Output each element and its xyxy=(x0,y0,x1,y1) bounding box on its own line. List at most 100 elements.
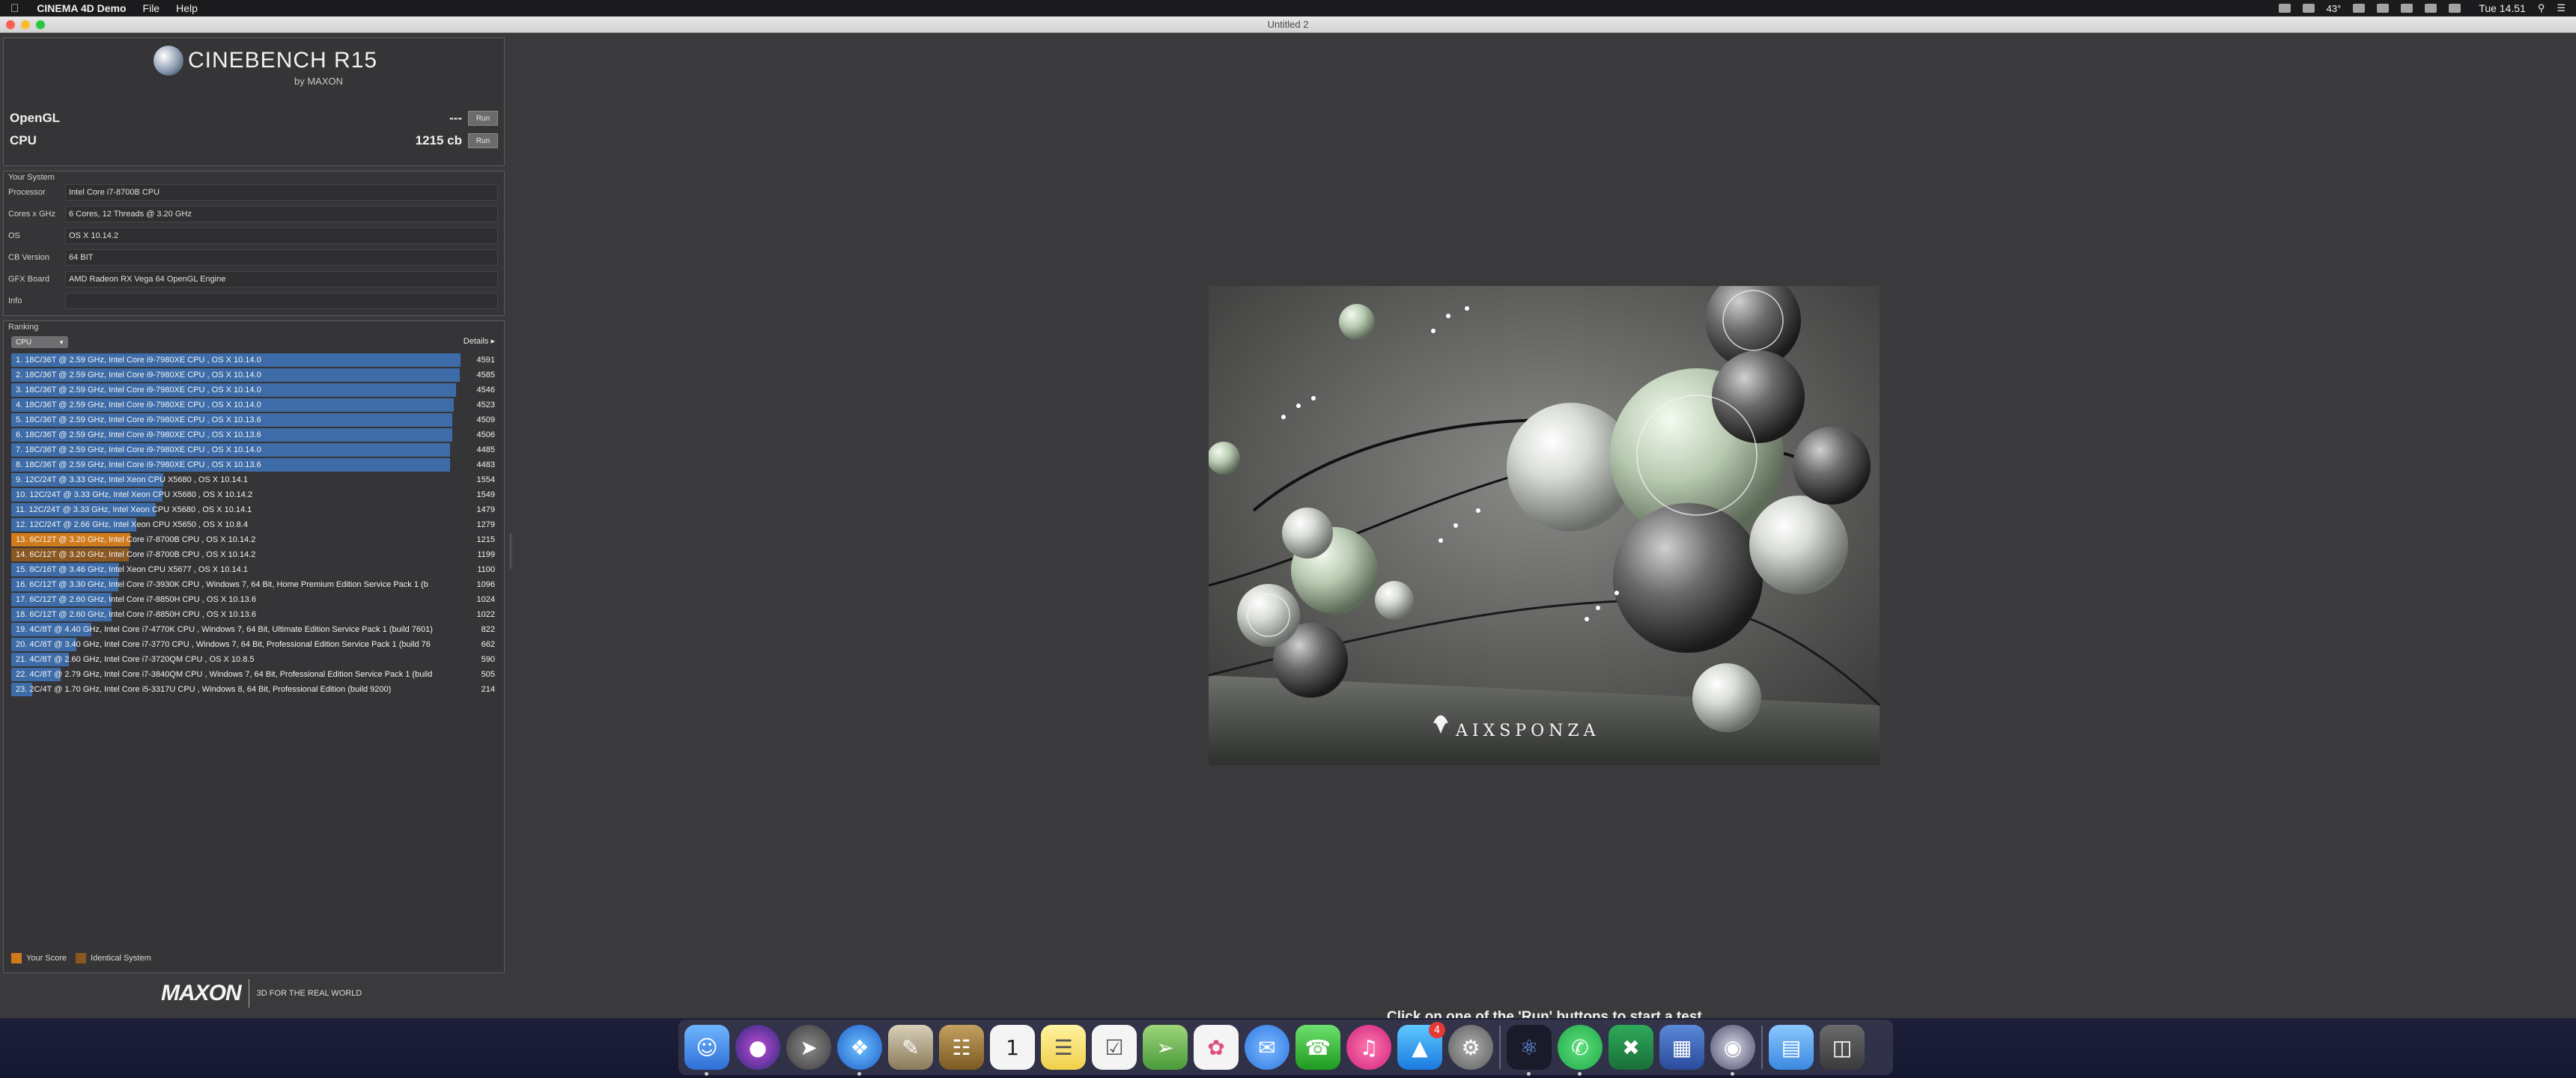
excel-icon[interactable]: ✖ xyxy=(1609,1025,1653,1070)
ranking-row[interactable]: 13. 6C/12T @ 3.20 GHz, Intel Core i7-870… xyxy=(11,532,499,547)
ranking-row-score: 1199 xyxy=(477,550,495,559)
chevron-right-icon: ▸ xyxy=(490,337,495,346)
system-value[interactable]: 6 Cores, 12 Threads @ 3.20 GHz xyxy=(65,206,498,222)
notification-center-icon[interactable]: ☰ xyxy=(2557,2,2566,14)
your-score-label: Your Score xyxy=(26,954,67,963)
battery-icon[interactable] xyxy=(2449,4,2461,13)
opengl-run-button[interactable]: Run xyxy=(468,111,498,126)
ranking-row[interactable]: 14. 6C/12T @ 3.20 GHz, Intel Core i7-870… xyxy=(11,547,499,562)
ranking-row[interactable]: 4. 18C/36T @ 2.59 GHz, Intel Core i9-798… xyxy=(11,398,499,412)
messages-icon[interactable]: ✉ xyxy=(1245,1025,1289,1070)
downloads-folder-icon[interactable]: ▤ xyxy=(1769,1025,1814,1070)
ranking-row[interactable]: 18. 6C/12T @ 2.60 GHz, Intel Core i7-885… xyxy=(11,607,499,622)
facetime-icon[interactable]: ☎ xyxy=(1295,1025,1340,1070)
title-bar[interactable]: Untitled 2 xyxy=(0,16,2576,33)
system-value[interactable]: Intel Core i7-8700B CPU xyxy=(65,184,498,201)
scores-panel: CINEBENCH R15 by MAXON OpenGL --- Run CP… xyxy=(3,37,505,166)
ranking-row[interactable]: 11. 12C/24T @ 3.33 GHz, Intel Xeon CPU X… xyxy=(11,502,499,517)
details-toggle[interactable]: Details ▸ xyxy=(464,336,495,346)
system-value[interactable]: AMD Radeon RX Vega 64 OpenGL Engine xyxy=(65,271,498,287)
ranking-row[interactable]: 6. 18C/36T @ 2.59 GHz, Intel Core i9-798… xyxy=(11,427,499,442)
ranking-row[interactable]: 10. 12C/24T @ 3.33 GHz, Intel Xeon CPU X… xyxy=(11,487,499,502)
opengl-row: OpenGL --- Run xyxy=(10,109,498,128)
siri-icon[interactable]: ● xyxy=(735,1025,780,1070)
ranking-row-score: 1100 xyxy=(477,565,495,574)
ranking-row-score: 214 xyxy=(481,685,495,694)
ranking-row-label: 20. 4C/8T @ 3.40 GHz, Intel Core i7-3770… xyxy=(16,640,431,649)
temperature-readout[interactable]: 43° xyxy=(2327,3,2342,14)
ranking-row[interactable]: 9. 12C/24T @ 3.33 GHz, Intel Xeon CPU X5… xyxy=(11,472,499,487)
whatsapp-icon[interactable]: ✆ xyxy=(1558,1025,1603,1076)
apple-menu-icon[interactable]:  xyxy=(10,2,19,15)
spotlight-icon[interactable]: ⚲ xyxy=(2538,2,2545,14)
atom-app-icon[interactable]: ⚛ xyxy=(1507,1025,1552,1076)
dock-separator xyxy=(1761,1026,1763,1069)
system-key: Info xyxy=(8,296,22,305)
system-value[interactable]: OS X 10.14.2 xyxy=(65,228,498,244)
render-preview: AIXSPONZA xyxy=(1209,286,1880,765)
ranking-row[interactable]: 3. 18C/36T @ 2.59 GHz, Intel Core i9-798… xyxy=(11,383,499,398)
cpu-label: CPU xyxy=(10,133,37,147)
preview-icon[interactable]: ✎ xyxy=(888,1025,933,1070)
ranking-row-score: 1549 xyxy=(476,490,495,499)
ranking-row[interactable]: 1. 18C/36T @ 2.59 GHz, Intel Core i9-798… xyxy=(11,353,499,368)
ranking-row[interactable]: 22. 4C/8T @ 2.79 GHz, Intel Core i7-3840… xyxy=(11,667,499,682)
ranking-row[interactable]: 23. 2C/4T @ 1.70 GHz, Intel Core i5-3317… xyxy=(11,682,499,697)
ranking-row[interactable]: 16. 6C/12T @ 3.30 GHz, Intel Core i7-393… xyxy=(11,577,499,592)
finder-icon[interactable]: ☺ xyxy=(684,1025,729,1076)
ranking-row[interactable]: 19. 4C/8T @ 4.40 GHz, Intel Core i7-4770… xyxy=(11,622,499,637)
running-indicator xyxy=(1527,1072,1531,1076)
panel-resize-handle[interactable] xyxy=(509,533,512,569)
ranking-row-score: 4523 xyxy=(476,401,495,409)
ranking-row-label: 6. 18C/36T @ 2.59 GHz, Intel Core i9-798… xyxy=(16,430,261,439)
airplay-icon[interactable] xyxy=(2377,4,2390,13)
app-menu[interactable]: CINEMA 4D Demo xyxy=(37,2,126,14)
itunes-icon[interactable]: ♫ xyxy=(1346,1025,1391,1070)
contacts-icon[interactable]: ☷ xyxy=(939,1025,984,1070)
maps-icon[interactable]: ➢ xyxy=(1143,1025,1188,1070)
clock[interactable]: Tue 14.51 xyxy=(2479,2,2526,14)
photos-icon[interactable]: ✿ xyxy=(1194,1025,1239,1070)
ranking-row-label: 22. 4C/8T @ 2.79 GHz, Intel Core i7-3840… xyxy=(16,670,433,679)
cpu-monitor-icon[interactable] xyxy=(2302,4,2315,13)
reminders-icon[interactable]: ☑ xyxy=(1092,1025,1137,1070)
ranking-row-score: 1024 xyxy=(476,595,495,604)
ranking-row[interactable]: 8. 18C/36T @ 2.59 GHz, Intel Core i9-798… xyxy=(11,457,499,472)
volume-icon[interactable] xyxy=(2425,4,2437,13)
maxon-tagline: 3D FOR THE REAL WORLD xyxy=(256,989,362,998)
ranking-row[interactable]: 15. 8C/16T @ 3.46 GHz, Intel Xeon CPU X5… xyxy=(11,562,499,577)
network-monitor-icon[interactable] xyxy=(2278,4,2291,13)
ranking-row[interactable]: 7. 18C/36T @ 2.59 GHz, Intel Core i9-798… xyxy=(11,442,499,457)
cinebench-dock-icon[interactable]: ◉ xyxy=(1710,1025,1755,1076)
ranking-row[interactable]: 2. 18C/36T @ 2.59 GHz, Intel Core i9-798… xyxy=(11,368,499,383)
app-store-icon[interactable]: ▲ 4 xyxy=(1397,1022,1445,1070)
ranking-row[interactable]: 12. 12C/24T @ 2.66 GHz, Intel Xeon CPU X… xyxy=(11,517,499,532)
ranking-row-score: 1279 xyxy=(476,520,495,529)
ranking-row[interactable]: 17. 6C/12T @ 2.60 GHz, Intel Core i7-885… xyxy=(11,592,499,607)
safari-icon[interactable]: ❖ xyxy=(837,1025,882,1076)
system-row-os: OS OS X 10.14.2 xyxy=(8,227,498,245)
system-preferences-icon[interactable]: ⚙ xyxy=(1448,1025,1493,1070)
ranking-type-select[interactable]: CPU ▼ xyxy=(11,336,68,348)
ranking-row[interactable]: 5. 18C/36T @ 2.59 GHz, Intel Core i9-798… xyxy=(11,412,499,427)
cpu-run-button[interactable]: Run xyxy=(468,133,498,148)
system-value[interactable]: 64 BIT xyxy=(65,249,498,266)
system-value[interactable] xyxy=(65,293,498,309)
render-watermark: AIXSPONZA xyxy=(1456,722,1600,740)
ranking-row[interactable]: 21. 4C/8T @ 2.60 GHz, Intel Core i7-3720… xyxy=(11,652,499,667)
launchpad-icon[interactable]: ➤ xyxy=(786,1025,831,1070)
ranking-row[interactable]: 20. 4C/8T @ 3.40 GHz, Intel Core i7-3770… xyxy=(11,637,499,652)
activity-monitor-icon[interactable]: ▦ xyxy=(1659,1025,1704,1070)
wifi-icon[interactable] xyxy=(2401,4,2414,13)
menu-file[interactable]: File xyxy=(143,2,160,14)
system-key: Processor xyxy=(8,188,46,197)
ranking-row-label: 15. 8C/16T @ 3.46 GHz, Intel Xeon CPU X5… xyxy=(16,565,248,574)
app-store-badge: 4 xyxy=(1429,1022,1445,1038)
trash-icon[interactable]: ◫ xyxy=(1820,1025,1865,1070)
calendar-icon[interactable]: 1 xyxy=(990,1025,1035,1070)
cloud-icon[interactable] xyxy=(2353,4,2366,13)
menu-help[interactable]: Help xyxy=(176,2,198,14)
ranking-row-score: 1022 xyxy=(476,610,495,619)
ranking-row-label: 12. 12C/24T @ 2.66 GHz, Intel Xeon CPU X… xyxy=(16,520,248,529)
notes-icon[interactable]: ☰ xyxy=(1041,1025,1086,1070)
